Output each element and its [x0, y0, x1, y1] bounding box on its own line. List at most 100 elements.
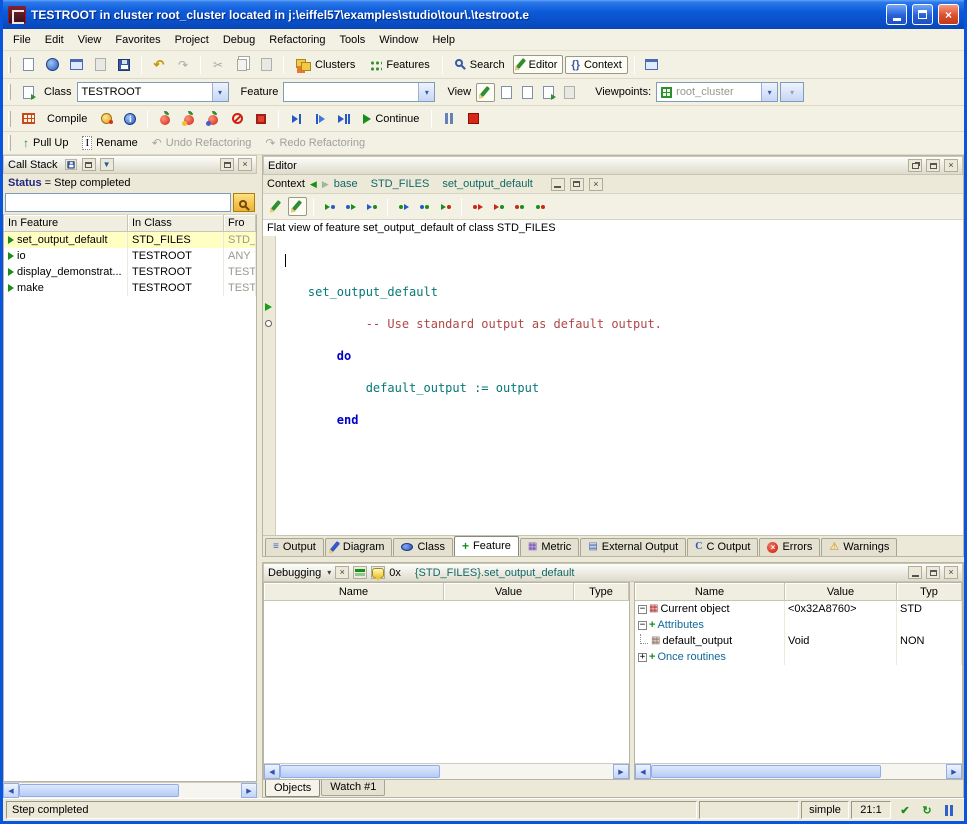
- scroll-left-arrow[interactable]: ◀: [264, 764, 280, 779]
- show-callers-button[interactable]: [320, 197, 339, 216]
- watch-button[interactable]: [371, 566, 385, 579]
- object-row-default-output[interactable]: ▦default_output Void NON: [635, 633, 962, 649]
- tab-warnings[interactable]: ⚠Warnings: [821, 538, 897, 556]
- watch-table-body[interactable]: [264, 601, 629, 763]
- toolbar-grip[interactable]: [8, 84, 11, 100]
- pause-button[interactable]: [438, 108, 460, 130]
- paste-button[interactable]: [255, 54, 277, 76]
- undo-button[interactable]: ↶: [148, 54, 170, 76]
- show-implementers-button[interactable]: [436, 197, 455, 216]
- tab-errors[interactable]: ×Errors: [759, 538, 820, 556]
- editor-titlebar[interactable]: Editor ×: [263, 156, 963, 175]
- stack-filter-button[interactable]: [233, 193, 255, 212]
- feature-combo-dropdown[interactable]: ▾: [418, 83, 434, 101]
- view-flat-button[interactable]: [497, 83, 516, 102]
- tab-objects[interactable]: Objects: [265, 780, 320, 797]
- crumb-class[interactable]: STD_FILES: [371, 178, 430, 190]
- col-from[interactable]: Fro: [224, 215, 256, 232]
- debugging-titlebar[interactable]: Debugging ▾ × 0x {STD_FILES}.set_output_…: [263, 563, 963, 582]
- rename-button[interactable]: IRename: [76, 133, 143, 153]
- scroll-left-arrow[interactable]: ◀: [635, 764, 651, 779]
- code-editor[interactable]: set_output_default -- Use standard outpu…: [276, 236, 963, 535]
- tab-metric[interactable]: ▦Metric: [520, 538, 579, 556]
- collapse-icon[interactable]: −: [638, 605, 647, 614]
- title-bar[interactable]: TESTROOT in cluster root_cluster located…: [3, 0, 964, 29]
- descendants-button[interactable]: [489, 197, 508, 216]
- debug-run-button[interactable]: [154, 108, 176, 130]
- watch-hscrollbar[interactable]: ◀ ▶: [264, 763, 629, 779]
- context-minimize-button[interactable]: [551, 178, 565, 191]
- scroll-thumb[interactable]: [19, 784, 179, 797]
- edit-flat-button[interactable]: [288, 197, 307, 216]
- pull-up-button[interactable]: ↑Pull Up: [17, 133, 74, 153]
- save-all-button[interactable]: [113, 54, 135, 76]
- crumb-library[interactable]: base: [334, 178, 358, 190]
- context-maximize-button[interactable]: [570, 178, 584, 191]
- new-document-button[interactable]: [17, 54, 39, 76]
- objects-col-name[interactable]: Name: [635, 583, 785, 601]
- editor-undock-button[interactable]: [908, 159, 922, 172]
- clusters-button[interactable]: Clusters: [290, 56, 361, 74]
- history-back-icon[interactable]: ◀: [310, 179, 317, 190]
- external-tools-button[interactable]: [641, 54, 663, 76]
- view-interface-button[interactable]: [560, 83, 579, 102]
- context-toggle-button[interactable]: {}Context: [565, 56, 627, 74]
- object-row-current[interactable]: −▦Current object <0x32A8760> STD: [635, 601, 962, 617]
- stack-frame-row[interactable]: io TESTROOT ANY: [4, 248, 256, 264]
- viewpoints-aux-dropdown[interactable]: ▾: [781, 83, 803, 101]
- menu-edit[interactable]: Edit: [38, 31, 71, 49]
- editable-state-icon[interactable]: ✔: [896, 801, 914, 819]
- stack-frame-row[interactable]: make TESTROOT TEST: [4, 280, 256, 296]
- show-creators-button[interactable]: [415, 197, 434, 216]
- remove-breakpoints-button[interactable]: [250, 108, 272, 130]
- menu-file[interactable]: File: [6, 31, 38, 49]
- search-button[interactable]: Search: [449, 56, 511, 74]
- debug-run-dialog-button[interactable]: [202, 108, 224, 130]
- context-close-button[interactable]: ×: [589, 178, 603, 191]
- open-button[interactable]: [41, 54, 63, 76]
- show-assignees-button[interactable]: [394, 197, 413, 216]
- debugging-minimize-button[interactable]: [908, 566, 922, 579]
- editor-close-button[interactable]: ×: [944, 159, 958, 172]
- class-combo[interactable]: TESTROOT ▾: [77, 82, 229, 102]
- editor-maximize-button[interactable]: [926, 159, 940, 172]
- objects-col-type[interactable]: Typ: [897, 583, 962, 601]
- menu-debug[interactable]: Debug: [216, 31, 262, 49]
- scroll-right-arrow[interactable]: ▶: [613, 764, 629, 779]
- stop-button[interactable]: [462, 108, 484, 130]
- scroll-right-arrow[interactable]: ▶: [946, 764, 962, 779]
- objects-hscrollbar[interactable]: ◀ ▶: [635, 763, 962, 779]
- scroll-left-arrow[interactable]: ◀: [3, 783, 19, 798]
- stack-frame-row[interactable]: display_demonstrat... TESTROOT TEST: [4, 264, 256, 280]
- info-button[interactable]: i: [119, 108, 141, 130]
- menu-view[interactable]: View: [71, 31, 109, 49]
- debugging-dropdown-icon[interactable]: ▾: [327, 568, 331, 577]
- clients-button[interactable]: [510, 197, 529, 216]
- objects-col-value[interactable]: Value: [785, 583, 897, 601]
- tab-watch-1[interactable]: Watch #1: [321, 780, 385, 796]
- watch-col-value[interactable]: Value: [444, 583, 574, 601]
- step-into-button[interactable]: [285, 108, 307, 130]
- debugger-state-icon[interactable]: [940, 801, 958, 819]
- watch-col-name[interactable]: Name: [264, 583, 444, 601]
- maximize-button[interactable]: [912, 4, 933, 25]
- menu-project[interactable]: Project: [168, 31, 216, 49]
- toolbar-grip[interactable]: [8, 111, 11, 127]
- call-stack-maximize-button[interactable]: [220, 158, 234, 171]
- menu-help[interactable]: Help: [425, 31, 462, 49]
- viewpoints-combo[interactable]: root_cluster ▾: [656, 82, 778, 102]
- stack-filter-input[interactable]: [5, 193, 231, 212]
- edit-feature-button[interactable]: [267, 197, 286, 216]
- history-forward-icon[interactable]: ▶: [322, 179, 329, 190]
- viewpoints-aux-combo[interactable]: ▾: [780, 82, 804, 102]
- crumb-feature[interactable]: set_output_default: [442, 178, 533, 190]
- tab-c-output[interactable]: CC Output: [687, 538, 758, 556]
- menu-refactoring[interactable]: Refactoring: [262, 31, 332, 49]
- viewpoints-combo-dropdown[interactable]: ▾: [761, 83, 777, 101]
- expand-icon[interactable]: +: [638, 653, 647, 662]
- show-callees-button[interactable]: [341, 197, 360, 216]
- assertions-button[interactable]: [95, 108, 117, 130]
- object-row-once-routines[interactable]: ++Once routines: [635, 649, 962, 665]
- col-in-class[interactable]: In Class: [128, 215, 224, 232]
- tab-feature[interactable]: +Feature: [454, 536, 519, 556]
